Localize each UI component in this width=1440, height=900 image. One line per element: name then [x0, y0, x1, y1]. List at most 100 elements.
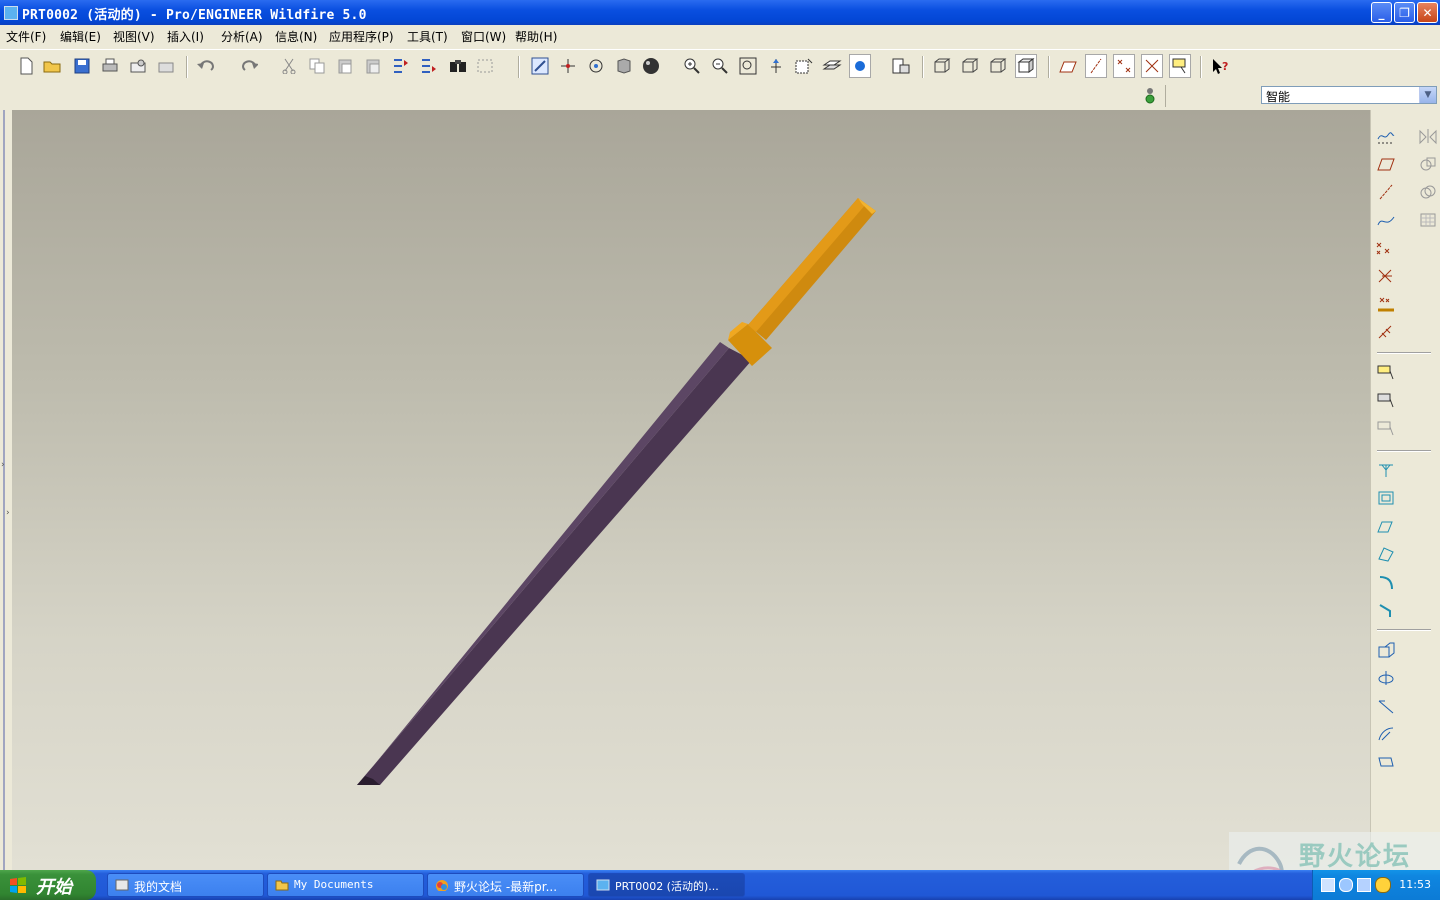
revolve-tool-icon[interactable] [1375, 487, 1397, 509]
rib-tool-icon[interactable] [1375, 695, 1397, 717]
volume-icon[interactable] [1339, 878, 1353, 892]
open-icon[interactable] [43, 56, 63, 76]
annotation-feature-icon[interactable] [1375, 389, 1397, 411]
menu-tools[interactable]: 工具(T) [407, 28, 448, 45]
feature-toolbar-separator [1377, 629, 1431, 631]
merge-tool-icon[interactable] [1417, 153, 1439, 175]
menu-file[interactable]: 文件(F) [6, 28, 46, 45]
taskbar-item-my-docs-cn[interactable]: 我的文档 [107, 873, 264, 897]
menu-applications[interactable]: 应用程序(P) [329, 28, 394, 45]
clock: 11:53 [1399, 878, 1431, 891]
email-link-icon[interactable] [156, 56, 176, 76]
extrude-tool-icon[interactable] [1375, 459, 1397, 481]
blend-tool-icon[interactable] [1375, 543, 1397, 565]
wireframe-icon[interactable] [932, 56, 952, 76]
layers-icon[interactable] [822, 56, 842, 76]
menu-bar: 文件(F) 编辑(E) 视图(V) 插入(I) 分析(A) 信息(N) 应用程序… [0, 25, 1440, 47]
draft-tool-icon[interactable] [1375, 723, 1397, 745]
display-style-icon[interactable] [849, 54, 871, 78]
taskbar-item-proe[interactable]: PRT0002 (活动的)... [588, 873, 745, 897]
graphics-window[interactable] [12, 110, 1370, 870]
coordinate-systems-icon[interactable] [1141, 54, 1163, 78]
hole-tool-icon[interactable] [1375, 639, 1397, 661]
select-box-icon[interactable] [476, 56, 496, 76]
menu-help[interactable]: 帮助(H) [515, 28, 557, 45]
no-hidden-icon[interactable] [988, 56, 1008, 76]
menu-analysis[interactable]: 分析(A) [221, 28, 263, 45]
datum-point-tool-icon[interactable] [1375, 237, 1397, 259]
sketched-point-icon[interactable] [1375, 265, 1397, 287]
redo-icon[interactable] [238, 56, 258, 76]
regenerate-manager-icon[interactable] [419, 56, 439, 76]
email-icon[interactable] [128, 56, 148, 76]
refit-icon[interactable] [738, 56, 758, 76]
taskbar-item-my-documents[interactable]: My Documents [267, 873, 424, 897]
taskbar-item-forum[interactable]: 野火论坛 -最新pr... [427, 873, 584, 897]
round-tool-icon[interactable] [1375, 571, 1397, 593]
filter-bar: 智能 ▼ [0, 82, 1440, 109]
shading-icon[interactable] [1015, 54, 1037, 78]
boundary-blend-icon[interactable] [1375, 751, 1397, 773]
menu-edit[interactable]: 编辑(E) [60, 28, 101, 45]
offset-csys-point-icon[interactable] [1375, 293, 1397, 315]
network-icon[interactable] [1321, 878, 1335, 892]
expand-arrow-icon[interactable]: › [1, 460, 5, 470]
analysis-feature-icon[interactable] [1375, 361, 1397, 383]
pattern-tool-icon[interactable] [1417, 209, 1439, 231]
spin-center-icon[interactable] [558, 56, 578, 76]
flexible-annotation-icon[interactable] [1375, 417, 1397, 439]
sweep-tool-icon[interactable] [1375, 515, 1397, 537]
menu-view[interactable]: 视图(V) [113, 28, 155, 45]
copy-icon[interactable] [307, 56, 327, 76]
regenerate-icon[interactable] [391, 56, 411, 76]
title-bar[interactable]: PRT0002 (活动的) - Pro/ENGINEER Wildfire 5.… [0, 0, 1440, 25]
shell-tool-icon[interactable] [1375, 667, 1397, 689]
datum-plane-tool-icon[interactable] [1375, 153, 1397, 175]
start-button[interactable]: 开始 [0, 870, 96, 900]
reorient-icon[interactable] [766, 56, 786, 76]
paste-icon[interactable] [335, 56, 355, 76]
datum-planes-icon[interactable] [1058, 56, 1078, 76]
minimize-button[interactable]: _ [1371, 2, 1392, 23]
zoom-out-icon[interactable] [710, 56, 730, 76]
annotation-icon[interactable] [1169, 54, 1191, 78]
orient-mode-icon[interactable] [586, 56, 606, 76]
find-icon[interactable] [448, 56, 468, 76]
menu-info[interactable]: 信息(N) [275, 28, 317, 45]
menu-window[interactable]: 窗口(W) [461, 28, 506, 45]
task-label: My Documents [294, 878, 374, 891]
sketch-datum-curve-icon[interactable] [1375, 125, 1397, 147]
hidden-line-icon[interactable] [960, 56, 980, 76]
status-light-icon [1143, 86, 1157, 106]
save-icon[interactable] [72, 56, 92, 76]
datum-curve-tool-icon[interactable] [1375, 209, 1397, 231]
expand-arrow-icon[interactable]: › [6, 508, 10, 518]
view-manager-icon[interactable] [794, 56, 814, 76]
repaint-icon[interactable] [530, 56, 550, 76]
datum-axis-tool-icon[interactable] [1375, 181, 1397, 203]
appearance-icon[interactable] [642, 56, 662, 76]
model-tree-icon[interactable] [891, 56, 911, 76]
chevron-down-icon[interactable]: ▼ [1419, 87, 1436, 103]
menu-insert[interactable]: 插入(I) [167, 28, 204, 45]
print-icon[interactable] [100, 56, 120, 76]
chamfer-tool-icon[interactable] [1375, 599, 1397, 621]
datum-axes-icon[interactable] [1085, 54, 1107, 78]
trim-tool-icon[interactable] [1417, 181, 1439, 203]
feature-toolbar [1370, 110, 1440, 870]
datum-points-icon[interactable] [1113, 54, 1135, 78]
zoom-in-icon[interactable] [682, 56, 702, 76]
selection-filter-select[interactable]: 智能 ▼ [1261, 86, 1437, 104]
security-icon[interactable] [1375, 877, 1391, 893]
display-icon[interactable] [1357, 878, 1371, 892]
saved-views-icon[interactable] [614, 56, 634, 76]
mirror-tool-icon[interactable] [1417, 125, 1439, 147]
context-help-icon[interactable]: ? [1210, 56, 1230, 76]
close-button[interactable]: ✕ [1417, 2, 1438, 23]
undo-icon[interactable] [196, 56, 216, 76]
cut-icon[interactable] [279, 56, 299, 76]
coordinate-system-tool-icon[interactable] [1375, 321, 1397, 343]
new-icon[interactable] [16, 56, 36, 76]
restore-button[interactable]: ❐ [1394, 2, 1415, 23]
paste-special-icon[interactable] [363, 56, 383, 76]
